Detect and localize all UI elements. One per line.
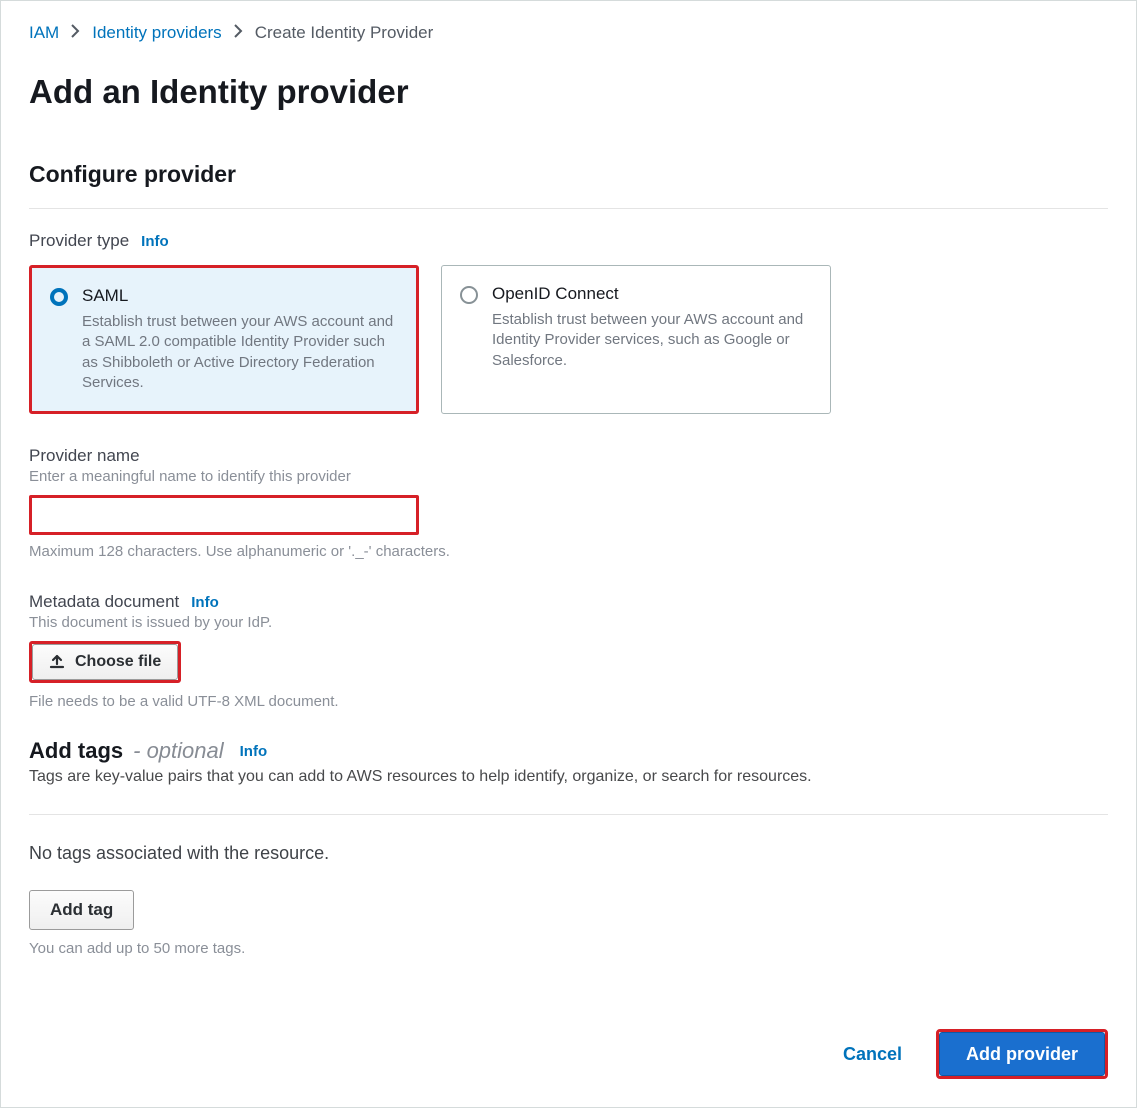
page-container: IAM Identity providers Create Identity P… — [0, 0, 1137, 1108]
add-tags-text: Add tags — [29, 738, 123, 764]
divider — [29, 208, 1108, 209]
configure-provider-heading: Configure provider — [29, 161, 1108, 188]
tags-limit: You can add up to 50 more tags. — [29, 940, 1108, 957]
chevron-right-icon — [71, 23, 80, 43]
add-provider-button[interactable]: Add provider — [939, 1032, 1105, 1076]
oidc-desc: Establish trust between your AWS account… — [492, 310, 812, 371]
add-tag-button[interactable]: Add tag — [29, 890, 134, 930]
provider-type-saml-card[interactable]: SAML Establish trust between your AWS ac… — [29, 265, 419, 414]
divider — [29, 814, 1108, 815]
provider-name-constraint: Maximum 128 characters. Use alphanumeric… — [29, 543, 1108, 560]
saml-title: SAML — [82, 286, 398, 306]
chevron-right-icon — [234, 23, 243, 43]
radio-icon — [460, 286, 478, 304]
oidc-title: OpenID Connect — [492, 284, 812, 304]
tags-info-link[interactable]: Info — [240, 743, 268, 760]
add-provider-highlight: Add provider — [936, 1029, 1108, 1079]
radio-icon — [50, 288, 68, 306]
no-tags-message: No tags associated with the resource. — [29, 843, 1108, 864]
page-title: Add an Identity provider — [29, 73, 1108, 111]
provider-name-label: Provider name — [29, 446, 1108, 466]
cancel-button[interactable]: Cancel — [837, 1043, 908, 1066]
footer-actions: Cancel Add provider — [837, 1029, 1108, 1079]
breadcrumb-identity-providers[interactable]: Identity providers — [92, 23, 221, 43]
breadcrumb-iam[interactable]: IAM — [29, 23, 59, 43]
choose-file-button[interactable]: Choose file — [32, 644, 178, 680]
provider-type-label: Provider type Info — [29, 231, 1108, 251]
breadcrumb-current: Create Identity Provider — [255, 23, 434, 43]
provider-type-options: SAML Establish trust between your AWS ac… — [29, 265, 1108, 414]
provider-name-hint: Enter a meaningful name to identify this… — [29, 468, 1108, 485]
breadcrumb: IAM Identity providers Create Identity P… — [29, 23, 1108, 43]
optional-label: - optional — [133, 738, 224, 764]
upload-icon — [49, 654, 65, 670]
metadata-hint: This document is issued by your IdP. — [29, 614, 1108, 631]
provider-type-text: Provider type — [29, 231, 129, 251]
provider-type-info-link[interactable]: Info — [141, 233, 169, 250]
saml-desc: Establish trust between your AWS account… — [82, 312, 398, 393]
choose-file-highlight: Choose file — [29, 641, 181, 683]
metadata-label-text: Metadata document — [29, 592, 179, 612]
metadata-constraint: File needs to be a valid UTF-8 XML docum… — [29, 693, 1108, 710]
add-tags-heading: Add tags - optional Info — [29, 738, 1108, 764]
metadata-label: Metadata document Info — [29, 592, 1108, 612]
provider-name-input[interactable] — [29, 495, 419, 535]
provider-type-oidc-card[interactable]: OpenID Connect Establish trust between y… — [441, 265, 831, 414]
tags-description: Tags are key-value pairs that you can ad… — [29, 768, 1108, 786]
choose-file-label: Choose file — [75, 653, 161, 671]
metadata-info-link[interactable]: Info — [191, 594, 219, 611]
